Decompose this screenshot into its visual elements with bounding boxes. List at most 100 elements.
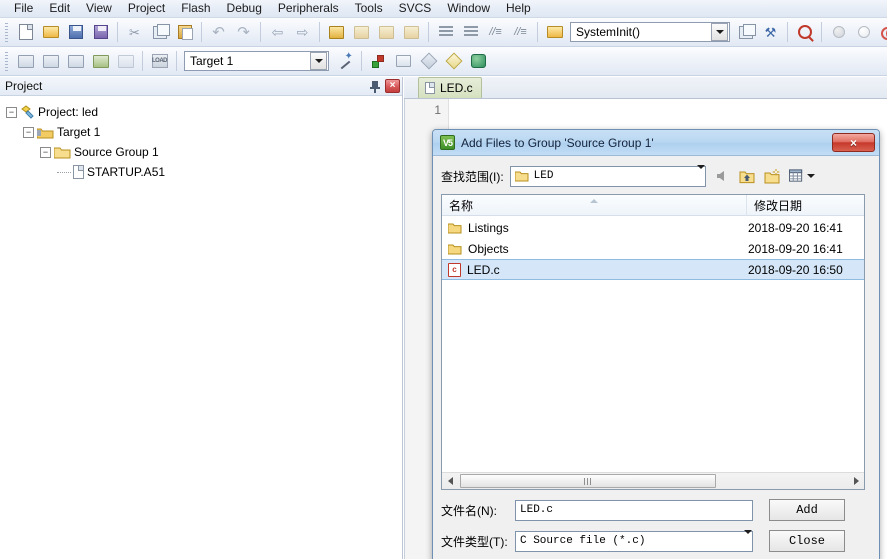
clear-bookmarks-button[interactable] bbox=[400, 21, 423, 44]
uncomment-icon: //≡ bbox=[514, 27, 527, 38]
line-number: 1 bbox=[405, 101, 448, 119]
tree-node-startup-file[interactable]: STARTUP.A51 bbox=[6, 162, 402, 182]
column-header-date[interactable]: 修改日期 bbox=[747, 195, 864, 216]
menu-item-tools[interactable]: Tools bbox=[347, 0, 391, 17]
target-combo[interactable]: Target 1 bbox=[184, 51, 329, 71]
tree-node-source-group[interactable]: − Source Group 1 bbox=[6, 142, 402, 162]
menu-item-window[interactable]: Window bbox=[439, 0, 498, 17]
indent-button[interactable] bbox=[434, 21, 457, 44]
menu-item-view[interactable]: View bbox=[78, 0, 120, 17]
find-in-files-button[interactable] bbox=[734, 21, 757, 44]
goto-definition-button[interactable]: ⚒ bbox=[759, 21, 782, 44]
function-combo-arrow[interactable] bbox=[711, 23, 728, 41]
build-button[interactable] bbox=[39, 50, 62, 73]
translate-button[interactable] bbox=[14, 50, 37, 73]
list-item-selected[interactable]: c LED.c 2018-09-20 16:50 bbox=[442, 259, 864, 280]
disable-breakpoint-button[interactable] bbox=[877, 21, 887, 44]
look-in-combo-arrow[interactable] bbox=[697, 169, 705, 183]
file-list[interactable]: 名称 修改日期 bbox=[441, 194, 865, 490]
navigate-backward-button[interactable]: ⇦ bbox=[266, 21, 289, 44]
save-button[interactable] bbox=[64, 21, 87, 44]
manage-run-time-button[interactable] bbox=[442, 50, 465, 73]
menu-item-help[interactable]: Help bbox=[498, 0, 539, 17]
function-combo[interactable]: SystemInit() bbox=[570, 22, 730, 42]
column-header-name[interactable]: 名称 bbox=[442, 195, 747, 216]
menu-item-peripherals[interactable]: Peripherals bbox=[270, 0, 347, 17]
navigate-forward-button[interactable]: ⇨ bbox=[291, 21, 314, 44]
save-all-button[interactable] bbox=[89, 21, 112, 44]
redo-button[interactable]: ↷ bbox=[232, 21, 255, 44]
scroll-left-button[interactable] bbox=[442, 473, 458, 489]
previous-bookmark-button[interactable] bbox=[375, 21, 398, 44]
toolbar-grip[interactable] bbox=[3, 21, 10, 43]
menu-item-flash[interactable]: Flash bbox=[173, 0, 218, 17]
manage-project-items-button[interactable] bbox=[392, 50, 415, 73]
comment-button[interactable]: //≡ bbox=[484, 21, 507, 44]
views-button[interactable] bbox=[788, 166, 816, 187]
next-bookmark-button[interactable] bbox=[350, 21, 373, 44]
pin-glyph bbox=[368, 79, 382, 94]
insert-bookmark-button[interactable] bbox=[325, 21, 348, 44]
list-item[interactable]: Objects 2018-09-20 16:41 bbox=[442, 238, 864, 259]
close-icon[interactable]: × bbox=[385, 79, 400, 93]
menu-item-svcs[interactable]: SVCS bbox=[391, 0, 440, 17]
expander-icon[interactable]: − bbox=[40, 147, 51, 158]
copy-button[interactable] bbox=[148, 21, 171, 44]
expander-icon[interactable]: − bbox=[6, 107, 17, 118]
toolbar-grip[interactable] bbox=[3, 50, 10, 72]
outdent-button[interactable] bbox=[459, 21, 482, 44]
horizontal-scrollbar[interactable] bbox=[442, 472, 864, 489]
project-icon bbox=[20, 105, 35, 119]
back-button[interactable] bbox=[710, 166, 732, 187]
find-in-files-icon bbox=[739, 26, 753, 39]
open-project-button[interactable] bbox=[543, 21, 566, 44]
file-type-combo[interactable]: C Source file (*.c) bbox=[515, 531, 753, 552]
add-button[interactable]: Add bbox=[769, 499, 845, 521]
scroll-right-button[interactable] bbox=[848, 473, 864, 489]
pack-installer-button[interactable] bbox=[467, 50, 490, 73]
cut-button[interactable]: ✂ bbox=[123, 21, 146, 44]
pin-icon[interactable] bbox=[368, 79, 382, 94]
paste-button[interactable] bbox=[173, 21, 196, 44]
look-in-value-wrap: LED bbox=[511, 170, 697, 182]
find-button[interactable] bbox=[793, 21, 816, 44]
kill-all-breakpoints-button[interactable] bbox=[852, 21, 875, 44]
manage-project-items-icon bbox=[396, 55, 411, 67]
open-file-button[interactable] bbox=[39, 21, 62, 44]
uncomment-button[interactable]: //≡ bbox=[509, 21, 532, 44]
expander-icon[interactable]: − bbox=[23, 127, 34, 138]
dialog-title-bar[interactable]: V5 Add Files to Group 'Source Group 1' × bbox=[433, 130, 879, 156]
close-icon[interactable]: × bbox=[832, 133, 875, 152]
stop-build-button[interactable] bbox=[114, 50, 137, 73]
menu-item-file[interactable]: File bbox=[6, 0, 41, 17]
tree-node-target[interactable]: − Target 1 bbox=[6, 122, 402, 142]
file-name-input[interactable]: LED.c bbox=[515, 500, 753, 521]
configuration-wizard-button[interactable] bbox=[333, 50, 356, 73]
insert-breakpoint-button[interactable] bbox=[827, 21, 850, 44]
toolbar-separator bbox=[142, 51, 143, 71]
target-options-button[interactable] bbox=[367, 50, 390, 73]
look-in-combo[interactable]: LED bbox=[510, 166, 706, 187]
scrollbar-track[interactable] bbox=[458, 473, 848, 489]
sort-ascending-icon bbox=[590, 199, 598, 203]
file-type-combo-arrow[interactable] bbox=[744, 534, 752, 548]
menu-item-edit[interactable]: Edit bbox=[41, 0, 78, 17]
download-button[interactable]: LOAD bbox=[148, 50, 171, 73]
menu-item-project[interactable]: Project bbox=[120, 0, 173, 17]
close-button[interactable]: Close bbox=[769, 530, 845, 552]
menu-item-debug[interactable]: Debug bbox=[219, 0, 270, 17]
batch-build-button[interactable] bbox=[89, 50, 112, 73]
target-combo-arrow[interactable] bbox=[310, 52, 327, 70]
scrollbar-thumb[interactable] bbox=[460, 474, 716, 488]
new-file-button[interactable] bbox=[14, 21, 37, 44]
up-one-level-button[interactable] bbox=[736, 166, 758, 187]
list-item[interactable]: Listings 2018-09-20 16:41 bbox=[442, 217, 864, 238]
multi-project-button[interactable] bbox=[417, 50, 440, 73]
toolbar-separator bbox=[117, 22, 118, 42]
undo-button[interactable]: ↶ bbox=[207, 21, 230, 44]
tree-node-project[interactable]: − Project: led bbox=[6, 102, 402, 122]
chevron-right-icon bbox=[854, 477, 859, 485]
rebuild-all-button[interactable] bbox=[64, 50, 87, 73]
new-folder-button[interactable] bbox=[762, 166, 784, 187]
tab-led-c[interactable]: LED.c bbox=[418, 77, 482, 98]
